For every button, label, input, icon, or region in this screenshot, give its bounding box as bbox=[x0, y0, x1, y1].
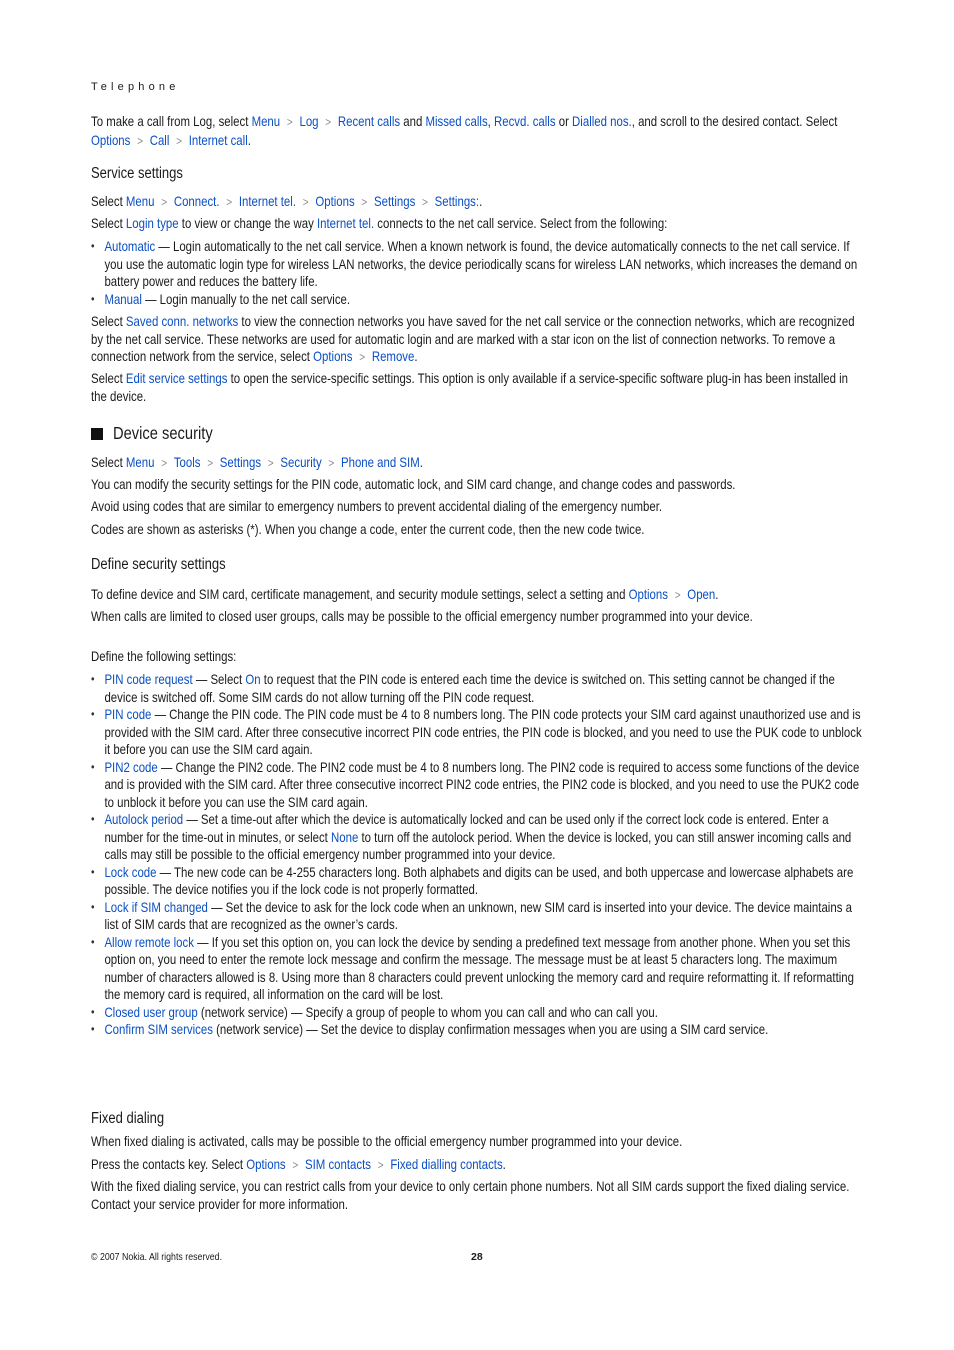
link-on[interactable]: On bbox=[245, 672, 260, 687]
link-security[interactable]: Security bbox=[280, 455, 321, 470]
define-security-p3: Define the following settings: bbox=[91, 649, 237, 664]
page-number: 28 bbox=[471, 1251, 483, 1263]
chevron-right-icon: > bbox=[137, 133, 143, 148]
link-call[interactable]: Call bbox=[150, 133, 170, 148]
chevron-right-icon: > bbox=[422, 195, 428, 209]
chevron-right-icon: > bbox=[226, 195, 233, 209]
link-internet-tel[interactable]: Internet tel. bbox=[239, 194, 296, 209]
list-item: Closed user group (network service) — Sp… bbox=[91, 1004, 866, 1022]
chevron-right-icon: > bbox=[302, 195, 309, 209]
chevron-right-icon: > bbox=[176, 133, 182, 148]
link-login-type[interactable]: Login type bbox=[126, 216, 179, 231]
link-settings-sub[interactable]: Settings: bbox=[435, 194, 479, 209]
chevron-right-icon: > bbox=[377, 1158, 384, 1172]
chevron-right-icon: > bbox=[207, 456, 214, 470]
square-bullet-icon bbox=[91, 428, 103, 440]
link-saved-conn-networks[interactable]: Saved conn. networks bbox=[126, 314, 238, 329]
device-security-p1: You can modify the security settings for… bbox=[91, 477, 736, 492]
link-options[interactable]: Options bbox=[629, 587, 668, 602]
edit-service-paragraph: Select Edit service settings to open the… bbox=[91, 371, 848, 404]
link-settings[interactable]: Settings bbox=[374, 194, 415, 209]
chevron-right-icon: > bbox=[674, 588, 681, 602]
chevron-right-icon: > bbox=[328, 456, 335, 470]
link-options[interactable]: Options bbox=[246, 1157, 285, 1172]
list-item: Manual — Login manually to the net call … bbox=[91, 291, 866, 309]
link-pin2-code[interactable]: PIN2 code bbox=[104, 760, 157, 775]
section-heading-define-security: Define security settings bbox=[91, 556, 226, 573]
chevron-right-icon: > bbox=[325, 115, 332, 129]
list-item: Autolock period — Set a time-out after w… bbox=[91, 811, 866, 864]
link-autolock-period[interactable]: Autolock period bbox=[104, 812, 183, 827]
link-menu[interactable]: Menu bbox=[126, 194, 155, 209]
define-security-p1: To define device and SIM card, certifica… bbox=[91, 587, 719, 602]
section-heading-device-security: Device security bbox=[91, 423, 232, 444]
link-pin-code[interactable]: PIN code bbox=[104, 707, 151, 722]
link-internet-call[interactable]: Internet call bbox=[189, 133, 248, 148]
link-closed-user-group[interactable]: Closed user group bbox=[104, 1005, 197, 1020]
service-settings-path: Select Menu > Connect. > Internet tel. > Optio… bbox=[91, 194, 483, 209]
list-item: Allow remote lock — If you set this opti… bbox=[91, 934, 866, 1004]
link-options[interactable]: Options bbox=[313, 349, 352, 364]
list-item: Lock code — The new code can be 4-255 ch… bbox=[91, 864, 866, 899]
chevron-right-icon: > bbox=[161, 195, 168, 209]
link-connect[interactable]: Connect. bbox=[174, 194, 220, 209]
device-security-path: Select Menu > Tools > Settings > Security > Phon… bbox=[91, 455, 423, 470]
link-missed-calls[interactable]: Missed calls bbox=[425, 114, 487, 129]
link-allow-remote-lock[interactable]: Allow remote lock bbox=[104, 935, 193, 950]
device-security-p3: Codes are shown as asterisks (*). When y… bbox=[91, 522, 645, 537]
link-lock-code[interactable]: Lock code bbox=[104, 865, 156, 880]
footer-copyright: © 2007 Nokia. All rights reserved. bbox=[91, 1251, 223, 1263]
list-item: PIN2 code — Change the PIN2 code. The PI… bbox=[91, 759, 866, 812]
running-header: Telephone bbox=[91, 81, 180, 93]
chevron-right-icon: > bbox=[286, 115, 293, 129]
link-automatic[interactable]: Automatic bbox=[104, 239, 155, 254]
intro-paragraph: To make a call from Log, select Menu > Log… bbox=[91, 114, 838, 148]
section-heading-service-settings: Service settings bbox=[91, 165, 183, 182]
link-internet-tel[interactable]: Internet tel. bbox=[317, 216, 374, 231]
chevron-right-icon: > bbox=[267, 456, 274, 470]
link-pin-code-request[interactable]: PIN code request bbox=[104, 672, 192, 687]
link-options[interactable]: Options bbox=[315, 194, 354, 209]
link-log[interactable]: Log bbox=[299, 114, 318, 129]
login-type-list: Automatic — Login automatically to the n… bbox=[91, 238, 866, 308]
saved-networks-paragraph: Select Saved conn. networks to view the … bbox=[91, 314, 855, 364]
link-menu[interactable]: Menu bbox=[126, 455, 155, 470]
chevron-right-icon: > bbox=[361, 195, 368, 209]
list-item: Confirm SIM services (network service) —… bbox=[91, 1021, 866, 1039]
security-settings-list: PIN code request — Select On to request … bbox=[91, 671, 866, 1039]
link-edit-service-settings[interactable]: Edit service settings bbox=[126, 371, 228, 386]
link-recent-calls[interactable]: Recent calls bbox=[338, 114, 400, 129]
list-item: PIN code — Change the PIN code. The PIN … bbox=[91, 706, 866, 759]
link-fixed-dialling-contacts[interactable]: Fixed dialling contacts bbox=[390, 1157, 502, 1172]
link-menu[interactable]: Menu bbox=[252, 114, 281, 129]
link-confirm-sim-services[interactable]: Confirm SIM services bbox=[104, 1022, 213, 1037]
chevron-right-icon: > bbox=[161, 456, 168, 470]
chevron-right-icon: > bbox=[292, 1158, 299, 1172]
link-recvd-calls[interactable]: Recvd. calls bbox=[494, 114, 556, 129]
link-tools[interactable]: Tools bbox=[174, 455, 201, 470]
list-item: Automatic — Login automatically to the n… bbox=[91, 238, 866, 291]
link-sim-contacts[interactable]: SIM contacts bbox=[305, 1157, 371, 1172]
link-phone-and-sim[interactable]: Phone and SIM bbox=[341, 455, 420, 470]
device-security-p2: Avoid using codes that are similar to em… bbox=[91, 499, 663, 514]
link-remove[interactable]: Remove bbox=[372, 349, 415, 364]
link-open[interactable]: Open bbox=[687, 587, 715, 602]
fixed-dialing-p1: When fixed dialing is activated, calls m… bbox=[91, 1134, 683, 1149]
fixed-dialing-p2: Press the contacts key. Select Options > S… bbox=[91, 1157, 506, 1172]
list-item: PIN code request — Select On to request … bbox=[91, 671, 866, 706]
list-item: Lock if SIM changed — Set the device to … bbox=[91, 899, 866, 934]
link-options[interactable]: Options bbox=[91, 133, 130, 148]
chevron-right-icon: > bbox=[359, 350, 366, 364]
login-type-paragraph: Select Login type to view or change the … bbox=[91, 216, 668, 231]
define-security-p2: When calls are limited to closed user gr… bbox=[91, 609, 753, 624]
section-heading-fixed-dialing: Fixed dialing bbox=[91, 1110, 165, 1127]
link-manual[interactable]: Manual bbox=[104, 292, 141, 307]
link-dialled-nos[interactable]: Dialled nos. bbox=[572, 114, 632, 129]
link-lock-if-sim-changed[interactable]: Lock if SIM changed bbox=[104, 900, 207, 915]
fixed-dialing-p3: With the fixed dialing service, you can … bbox=[91, 1179, 850, 1212]
link-settings[interactable]: Settings bbox=[220, 455, 261, 470]
link-none[interactable]: None bbox=[331, 830, 358, 845]
